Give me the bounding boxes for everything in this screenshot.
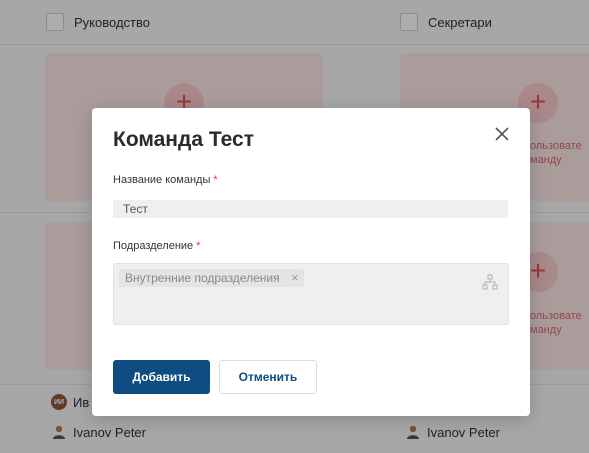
add-button[interactable]: Добавить — [113, 360, 210, 394]
cancel-button[interactable]: Отменить — [219, 360, 317, 394]
division-chip-label: Внутренние подразделения — [125, 271, 280, 285]
team-name-label: Название команды * — [113, 174, 218, 186]
close-icon[interactable] — [490, 122, 514, 146]
team-name-label-text: Название команды — [113, 174, 211, 186]
chip-remove-icon[interactable]: × — [291, 269, 299, 287]
dialog-title: Команда Тест — [113, 128, 254, 151]
division-chip: Внутренние подразделения × — [119, 269, 304, 287]
team-name-input[interactable] — [113, 200, 508, 218]
team-dialog: Команда Тест Название команды* Подраздел… — [92, 108, 530, 416]
tree-structure-icon[interactable] — [482, 274, 498, 290]
required-mark: * — [196, 240, 201, 252]
division-label-text: Подразделение — [113, 240, 194, 252]
division-select[interactable]: Внутренние подразделения × — [113, 263, 509, 325]
division-label: Подразделение * — [113, 240, 200, 252]
required-mark: * — [213, 174, 218, 186]
